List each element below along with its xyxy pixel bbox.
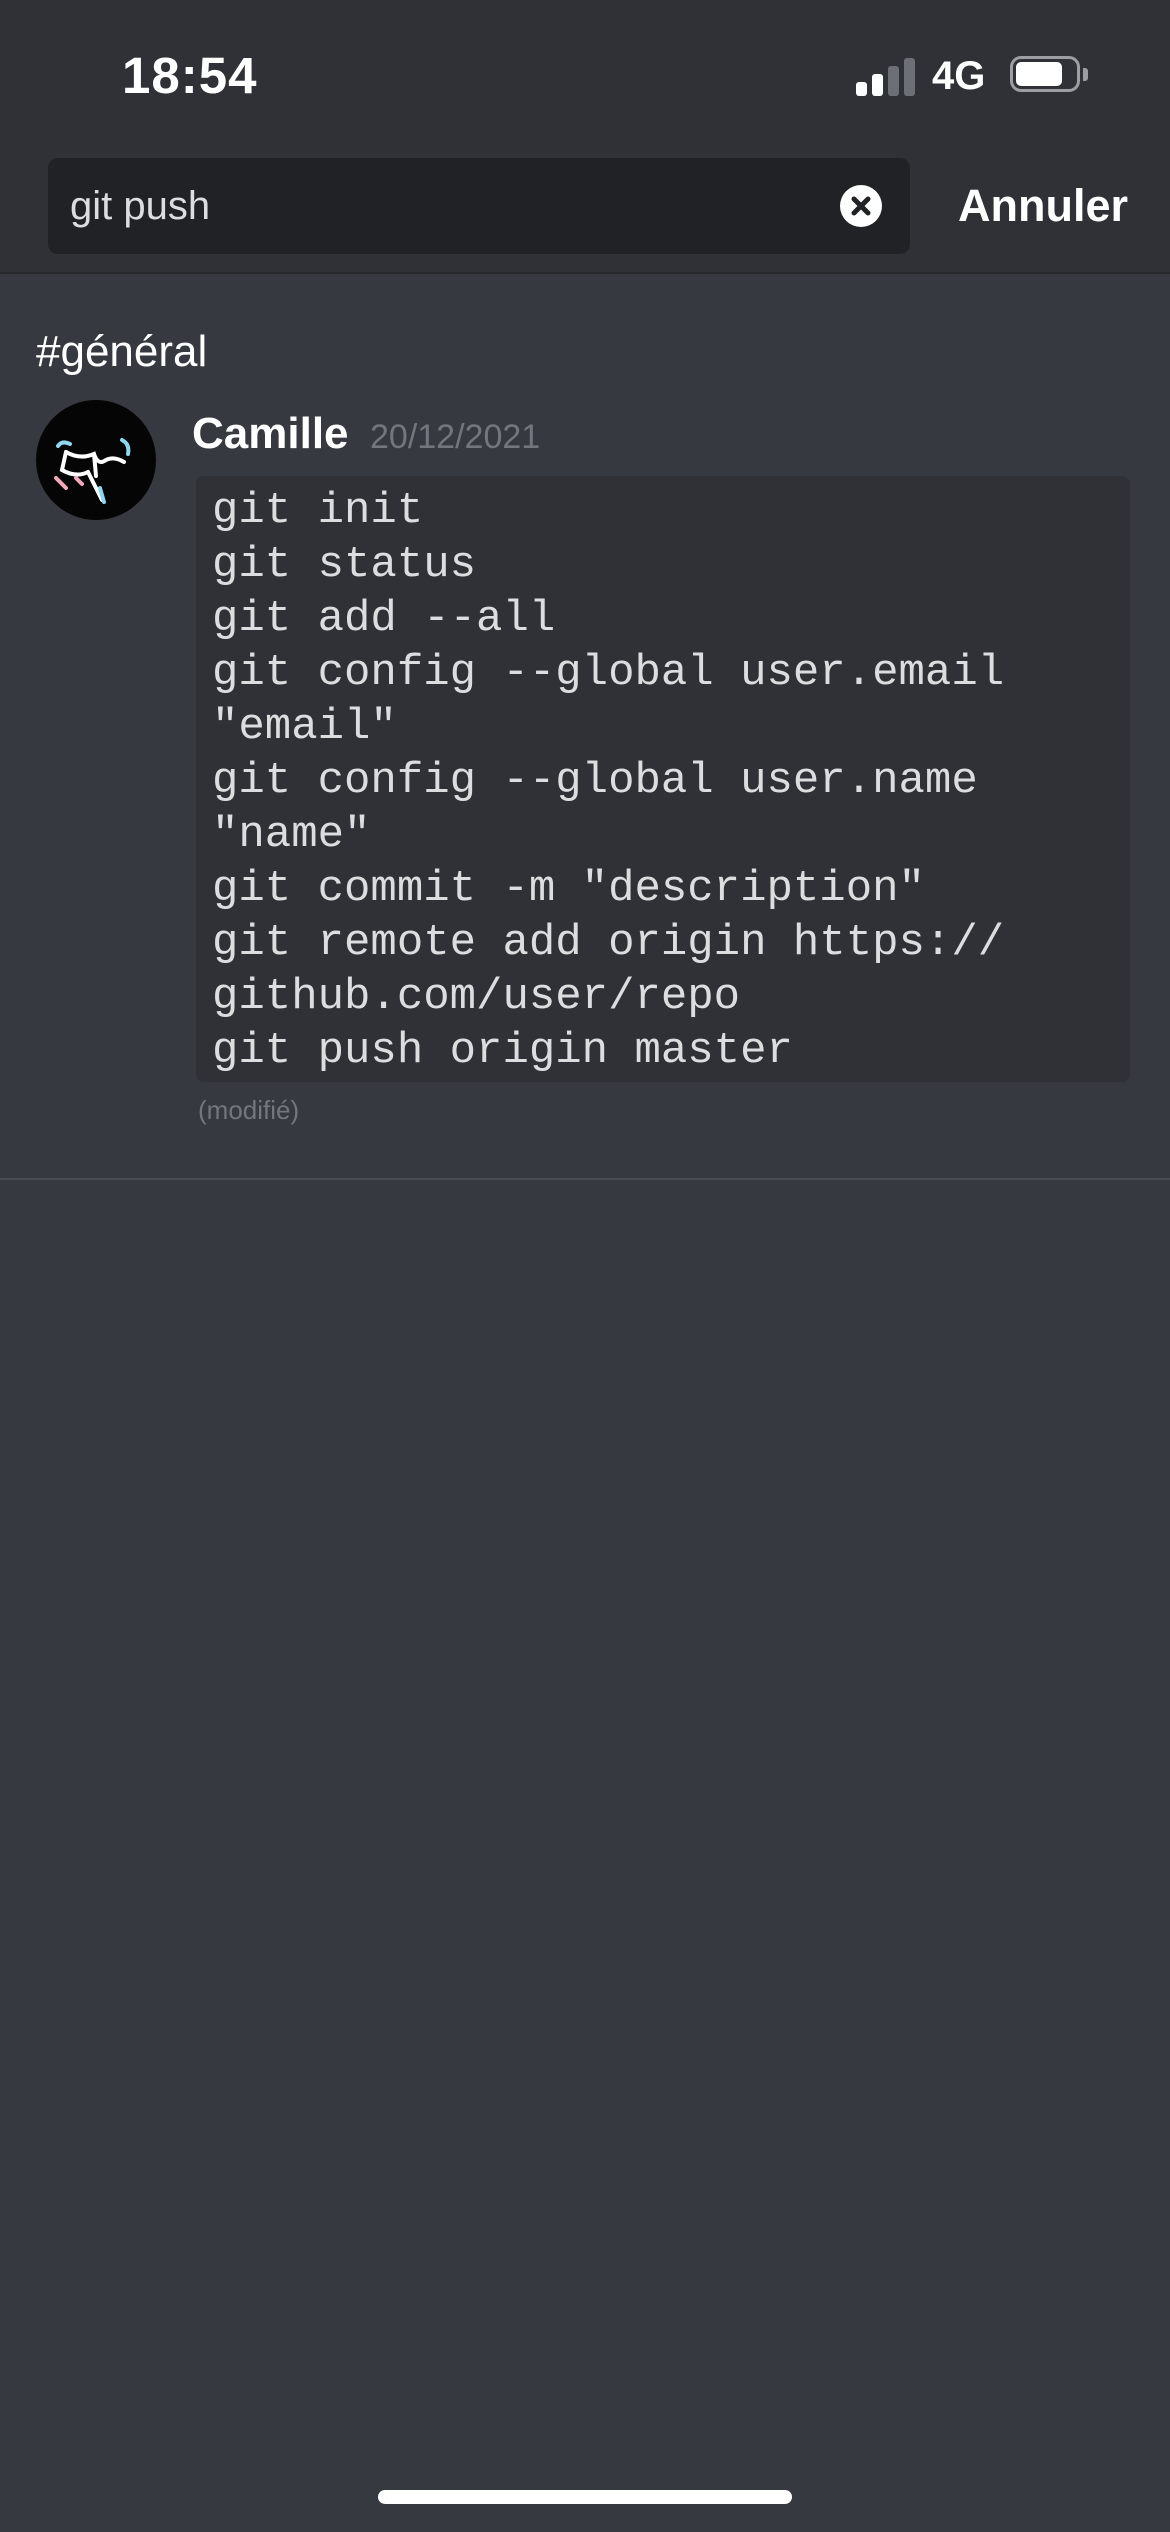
home-indicator[interactable] [378,2490,792,2504]
edited-label: (modifié) [198,1095,300,1125]
search-field[interactable] [48,158,910,254]
signal-bar [872,74,883,96]
code-line: git commit -m "description" [212,864,925,914]
avatar-drawing [54,438,131,504]
search-input[interactable] [70,158,830,254]
signal-bar [856,82,867,96]
code-line: git push origin master [212,1026,793,1076]
code-line: git config --global user.email [212,648,1005,698]
code-line: "email" [212,702,397,752]
network-type: 4G [932,54,986,98]
battery-icon [1010,56,1090,96]
code-line: github.com/user/repo [212,972,741,1022]
battery-terminal [1083,68,1088,81]
code-line: git add --all [212,594,556,644]
signal-bar [888,66,899,96]
code-line: git init [212,486,424,536]
code-line: "name" [212,810,371,860]
signal-bar [904,58,915,96]
close-icon [851,196,871,216]
avatar[interactable] [36,400,156,520]
cancel-button[interactable]: Annuler [958,174,1128,238]
code-line: git remote add origin https:// [212,918,1005,968]
status-time: 18:54 [122,47,258,104]
clear-search-button[interactable] [840,185,882,227]
channel-name[interactable]: #général [36,322,207,382]
battery-level [1016,62,1062,86]
code-line: git config --global user.name [212,756,978,806]
message-author[interactable]: Camille [192,404,349,464]
signal-strength-icon [856,56,916,96]
code-line: git status [212,540,477,590]
code-block[interactable]: git init git status git add --all git co… [196,476,1130,1082]
message-timestamp: 20/12/2021 [370,418,541,456]
divider [0,1178,1170,1180]
